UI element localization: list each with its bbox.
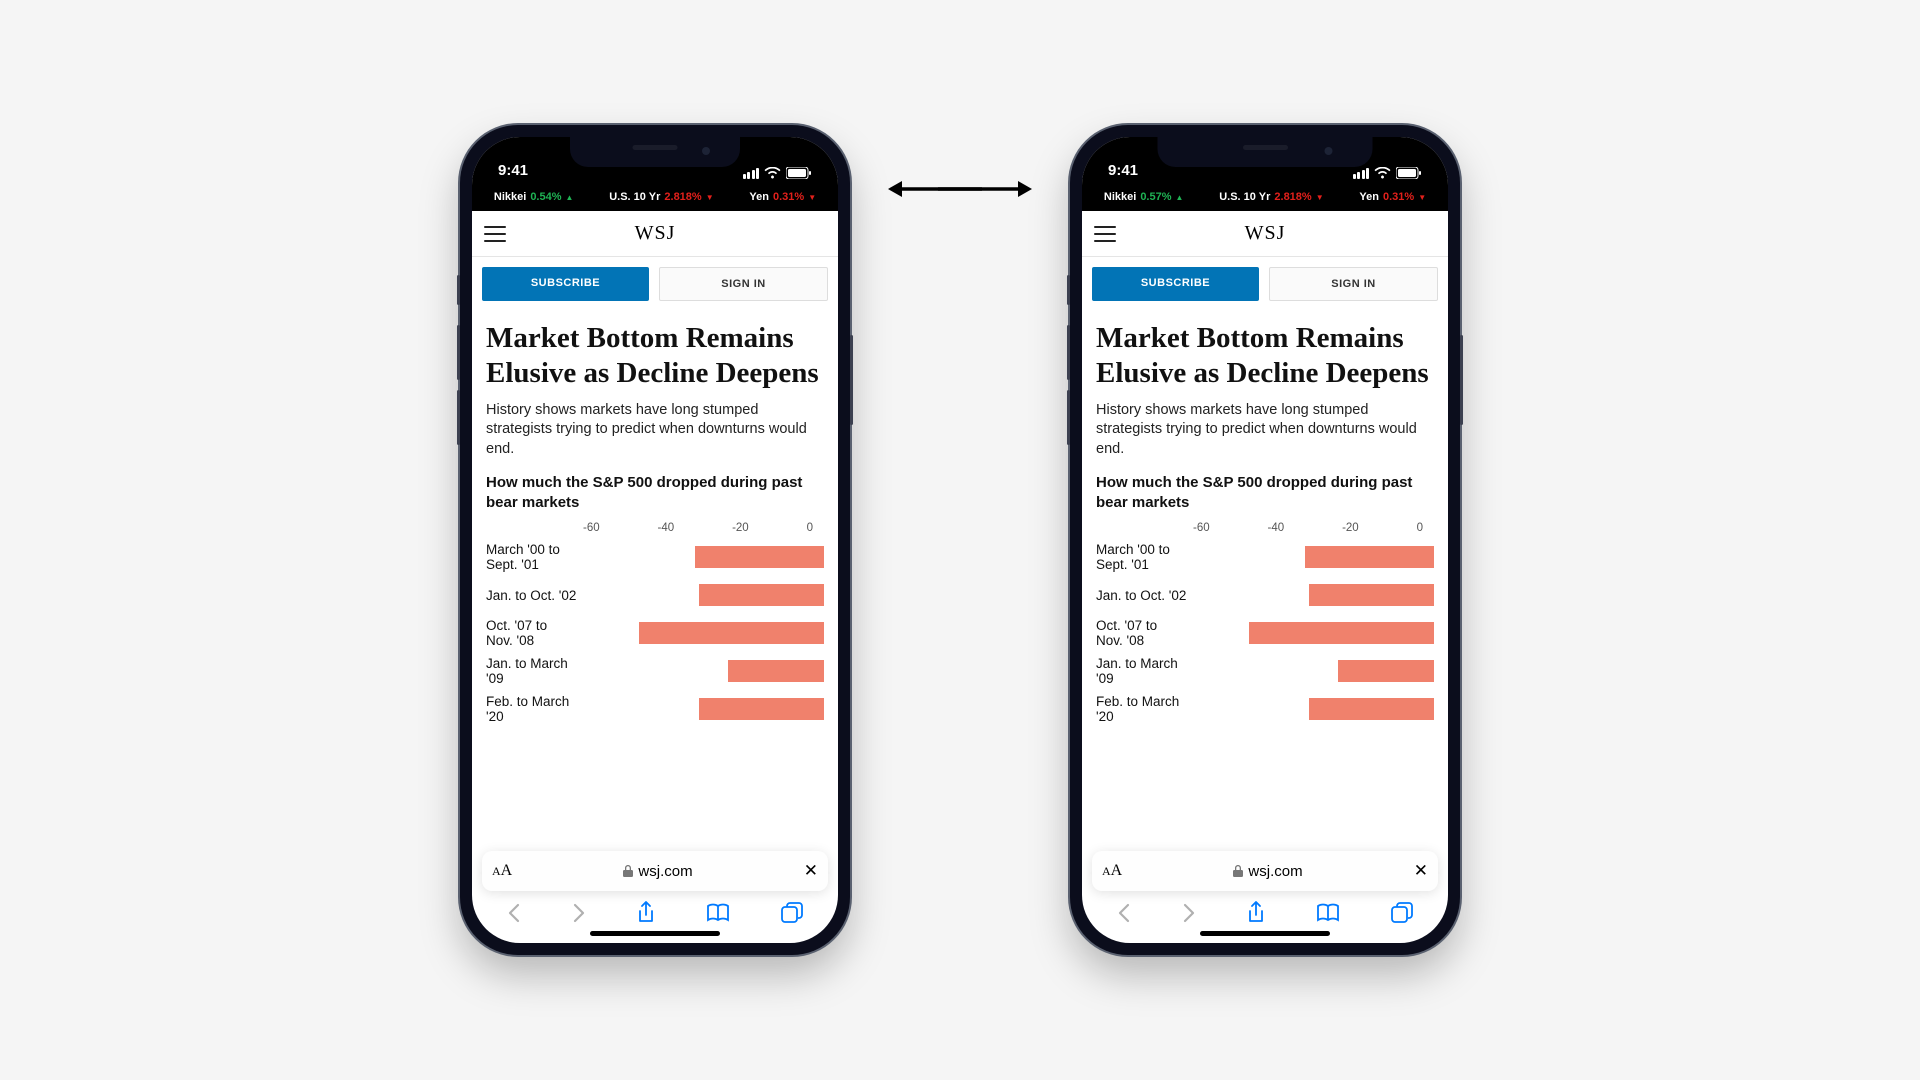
chart-bar — [1338, 660, 1434, 682]
status-time: 9:41 — [498, 162, 528, 179]
stop-reload-icon[interactable]: ✕ — [1414, 861, 1428, 881]
article-headline: Market Bottom Remains Elusive as Decline… — [486, 321, 824, 391]
safari-address-bar[interactable]: AA wsj.com ✕ — [482, 851, 828, 891]
iphone-frame-right: 9:41 Nikkei 0.57%▲ U.S. 10 Yr 2.818%▼ Ye… — [1070, 125, 1460, 955]
hamburger-icon[interactable] — [484, 226, 506, 242]
site-navbar: WSJ — [472, 211, 838, 257]
wifi-icon — [1374, 167, 1391, 179]
wsj-logo[interactable]: WSJ — [1245, 222, 1286, 245]
chart-row: Jan. to March '09 — [486, 652, 824, 690]
hamburger-icon[interactable] — [1094, 226, 1116, 242]
bookmarks-icon[interactable] — [1316, 903, 1340, 928]
chart-row-label: Oct. '07 to Nov. '08 — [1096, 618, 1193, 649]
status-time: 9:41 — [1108, 162, 1138, 179]
bookmarks-icon[interactable] — [706, 903, 730, 928]
market-ticker: Nikkei 0.57%▲ U.S. 10 Yr 2.818%▼ Yen 0.3… — [1082, 185, 1448, 211]
chart-row: Jan. to Oct. '02 — [1096, 576, 1434, 614]
tabs-icon[interactable] — [781, 902, 803, 929]
subscribe-button[interactable]: SUBSCRIBE — [482, 267, 649, 301]
chart-row-label: Feb. to March '20 — [486, 694, 583, 725]
chart-row: Feb. to March '20 — [486, 690, 824, 728]
site-navbar: WSJ — [1082, 211, 1448, 257]
battery-icon — [1396, 167, 1422, 179]
article-headline: Market Bottom Remains Elusive as Decline… — [1096, 321, 1434, 391]
article-content[interactable]: Market Bottom Remains Elusive as Decline… — [472, 311, 838, 843]
chart-bar — [728, 660, 824, 682]
article-deck: History shows markets have long stumped … — [1096, 401, 1434, 460]
lock-icon — [623, 865, 633, 877]
share-icon[interactable] — [636, 901, 656, 930]
forward-icon[interactable] — [572, 903, 586, 928]
share-icon[interactable] — [1246, 901, 1266, 930]
cellular-icon — [743, 168, 760, 179]
chart-bar — [695, 546, 824, 568]
chart-row-label: March '00 to Sept. '01 — [1096, 542, 1193, 573]
lock-icon — [1233, 865, 1243, 877]
chart-row-label: Jan. to Oct. '02 — [486, 588, 583, 604]
article-deck: History shows markets have long stumped … — [486, 401, 824, 460]
arrow-right-icon — [934, 177, 1034, 201]
back-icon[interactable] — [507, 903, 521, 928]
chart-bar — [1309, 584, 1434, 606]
chart-row-label: Jan. to Oct. '02 — [1096, 588, 1193, 604]
chart-bar — [699, 698, 824, 720]
chart-row-label: Feb. to March '20 — [1096, 694, 1193, 725]
chart-row: Jan. to Oct. '02 — [486, 576, 824, 614]
device-notch — [570, 137, 740, 167]
chart-row-label: March '00 to Sept. '01 — [486, 542, 583, 573]
chart-row: Oct. '07 to Nov. '08 — [1096, 614, 1434, 652]
chart-bar — [639, 622, 824, 644]
chart-row: Feb. to March '20 — [1096, 690, 1434, 728]
cellular-icon — [1353, 168, 1370, 179]
chart-row: Oct. '07 to Nov. '08 — [486, 614, 824, 652]
chart-row: Jan. to March '09 — [1096, 652, 1434, 690]
iphone-frame-left: 9:41 Nikkei 0.54%▲ U.S. 10 Yr 2.818%▼ Ye… — [460, 125, 850, 955]
battery-icon — [786, 167, 812, 179]
bar-chart: -60-40-200 March '00 to Sept. '01Jan. to… — [486, 522, 824, 728]
chart-row-label: Jan. to March '09 — [486, 656, 583, 687]
text-size-icon[interactable]: AA — [492, 862, 512, 880]
subscribe-button[interactable]: SUBSCRIBE — [1092, 267, 1259, 301]
home-indicator[interactable] — [1200, 931, 1330, 936]
forward-icon[interactable] — [1182, 903, 1196, 928]
bar-chart: -60-40-200 March '00 to Sept. '01Jan. to… — [1096, 522, 1434, 728]
home-indicator[interactable] — [590, 931, 720, 936]
safari-address-bar[interactable]: AA wsj.com ✕ — [1092, 851, 1438, 891]
sign-in-button[interactable]: SIGN IN — [1269, 267, 1438, 301]
device-notch — [1158, 137, 1373, 167]
sign-in-button[interactable]: SIGN IN — [659, 267, 828, 301]
chart-bar — [1309, 698, 1434, 720]
stop-reload-icon[interactable]: ✕ — [804, 861, 818, 881]
chart-bar — [1305, 546, 1434, 568]
chart-bar — [699, 584, 824, 606]
tabs-icon[interactable] — [1391, 902, 1413, 929]
wifi-icon — [764, 167, 781, 179]
url-text: wsj.com — [638, 863, 692, 880]
chart-bar — [1249, 622, 1434, 644]
chart-row: March '00 to Sept. '01 — [486, 538, 824, 576]
back-icon[interactable] — [1117, 903, 1131, 928]
article-content[interactable]: Market Bottom Remains Elusive as Decline… — [1082, 311, 1448, 843]
chart-row-label: Oct. '07 to Nov. '08 — [486, 618, 583, 649]
chart-title: How much the S&P 500 dropped during past… — [486, 473, 824, 512]
chart-row-label: Jan. to March '09 — [1096, 656, 1193, 687]
chart-row: March '00 to Sept. '01 — [1096, 538, 1434, 576]
url-text: wsj.com — [1248, 863, 1302, 880]
text-size-icon[interactable]: AA — [1102, 862, 1122, 880]
chart-title: How much the S&P 500 dropped during past… — [1096, 473, 1434, 512]
market-ticker: Nikkei 0.54%▲ U.S. 10 Yr 2.818%▼ Yen 0.3… — [472, 185, 838, 211]
wsj-logo[interactable]: WSJ — [635, 222, 676, 245]
